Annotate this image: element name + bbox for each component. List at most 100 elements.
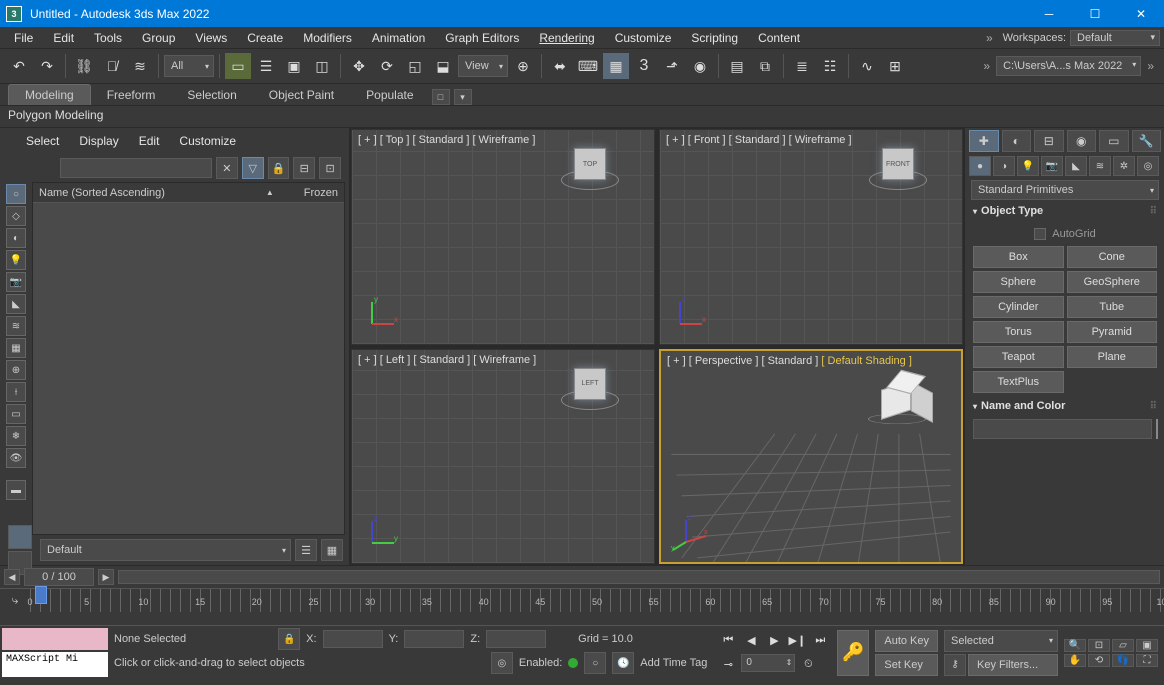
obj-textplus[interactable]: TextPlus	[973, 371, 1064, 393]
schematic-button[interactable]: ⊞	[882, 53, 908, 79]
timeline-prev-icon[interactable]: ◀	[4, 569, 20, 585]
current-frame-spinner[interactable]: 0	[741, 654, 795, 672]
scene-collapse-icon[interactable]: ⊡	[319, 157, 341, 179]
nav-zoomall-icon[interactable]: ⊡	[1088, 639, 1110, 652]
menu-edit[interactable]: Edit	[43, 29, 84, 47]
obj-cone[interactable]: Cone	[1067, 246, 1158, 268]
layer-toggle2-icon[interactable]: ▦	[321, 539, 343, 561]
set-key-big-button[interactable]: 🔑	[837, 630, 869, 676]
isolate-icon[interactable]: ◎	[491, 652, 513, 674]
obj-teapot[interactable]: Teapot	[973, 346, 1064, 368]
next-frame-button[interactable]: ▶❙	[786, 630, 808, 652]
se-menu-customize[interactable]: Customize	[169, 132, 246, 150]
filter-cameras-icon[interactable]: 📷	[6, 272, 26, 292]
maximize-button[interactable]: ☐	[1072, 0, 1118, 27]
viewcube-left[interactable]: LEFT	[574, 368, 606, 400]
se-menu-edit[interactable]: Edit	[129, 132, 170, 150]
obj-box[interactable]: Box	[973, 246, 1064, 268]
reference-coord-dropdown[interactable]: View	[458, 55, 508, 77]
timeline-playhead[interactable]	[35, 586, 47, 604]
nav-zoomext-icon[interactable]: ▣	[1136, 639, 1158, 652]
scene-list[interactable]: Name (Sorted Ascending) ▲ Frozen	[32, 182, 345, 535]
curve-editor-button[interactable]: ∿	[854, 53, 880, 79]
scene-expand-icon[interactable]: ⊟	[293, 157, 315, 179]
nav-orbit-icon[interactable]: ⟲	[1088, 654, 1110, 667]
obj-sphere[interactable]: Sphere	[973, 271, 1064, 293]
timeline-track[interactable]	[118, 570, 1160, 584]
goto-start-button[interactable]: ⏮	[717, 630, 739, 652]
sub-systems-icon[interactable]: ✲	[1113, 156, 1135, 176]
scene-search-icon[interactable]: ✕	[216, 157, 238, 179]
filter-spacewarps-icon[interactable]: ≋	[6, 316, 26, 336]
scale-button[interactable]: ◱	[402, 53, 428, 79]
viewport-top[interactable]: [ + ] [ Top ] [ Standard ] [ Wireframe ]…	[351, 129, 655, 345]
scene-col-name[interactable]: Name (Sorted Ascending)	[39, 187, 266, 199]
filter-container-icon[interactable]: ▭	[6, 404, 26, 424]
redo-button[interactable]: ↷	[34, 53, 60, 79]
scene-filter-toggle-icon[interactable]: ▽	[242, 157, 264, 179]
selection-filter-dropdown[interactable]: All	[164, 55, 214, 77]
placement-button[interactable]: ⬓	[430, 53, 456, 79]
ribbon-tab-populate[interactable]: Populate	[350, 85, 429, 105]
timeline-ruler[interactable]: 0510152025303540455055606570758085909510…	[30, 589, 1164, 612]
cmd-tab-motion[interactable]: ◉	[1067, 130, 1097, 152]
ribbon-tab-modeling[interactable]: Modeling	[8, 84, 91, 105]
filter-misc-icon[interactable]: ▬	[6, 480, 26, 500]
viewcube-top[interactable]: TOP	[574, 148, 606, 180]
ribbon-options-icon[interactable]: ▾	[454, 89, 472, 105]
goto-end-button[interactable]: ⏭	[809, 630, 831, 652]
cmd-tab-modify[interactable]: ◐	[1002, 130, 1032, 152]
ribbon-tab-freeform[interactable]: Freeform	[91, 85, 172, 105]
filter-bone-icon[interactable]: ⟊	[6, 382, 26, 402]
mirror-button[interactable]: ⧉	[752, 53, 778, 79]
viewcube-front[interactable]: FRONT	[882, 148, 914, 180]
timeline-next-icon[interactable]: ▶	[98, 569, 114, 585]
viewport-left-label[interactable]: [ + ] [ Left ] [ Standard ] [ Wireframe …	[358, 354, 536, 366]
link-button[interactable]: ⛓	[71, 53, 97, 79]
sub-cameras-icon[interactable]: 📷	[1041, 156, 1063, 176]
obj-pyramid[interactable]: Pyramid	[1067, 321, 1158, 343]
prev-frame-button[interactable]: ◀	[740, 630, 762, 652]
key-filter-icon[interactable]: ⚷	[944, 654, 966, 676]
sub-arnold-icon[interactable]: ◎	[1137, 156, 1159, 176]
menu-rendering[interactable]: Rendering	[529, 29, 604, 47]
nav-maximize-icon[interactable]: ⛶	[1136, 654, 1158, 667]
obj-torus[interactable]: Torus	[973, 321, 1064, 343]
sub-spacewarps-icon[interactable]: ≋	[1089, 156, 1111, 176]
viewport-persp-label[interactable]: [ + ] [ Perspective ] [ Standard ] [ Def…	[667, 355, 912, 367]
percent-snap-button[interactable]: ⬏	[659, 53, 685, 79]
filter-geometry-icon[interactable]: ◇	[6, 206, 26, 226]
menu-scripting[interactable]: Scripting	[681, 29, 748, 47]
menu-file[interactable]: File	[4, 29, 43, 47]
menu-group[interactable]: Group	[132, 29, 185, 47]
select-by-name-button[interactable]: ☰	[253, 53, 279, 79]
nav-fov-icon[interactable]: ▱	[1112, 639, 1134, 652]
menu-grapheditors[interactable]: Graph Editors	[435, 29, 529, 47]
viewport-top-label[interactable]: [ + ] [ Top ] [ Standard ] [ Wireframe ]	[358, 134, 535, 146]
layer-toggle1-icon[interactable]: ☰	[295, 539, 317, 561]
minimize-button[interactable]: ─	[1026, 0, 1072, 27]
category-dropdown[interactable]: Standard Primitives	[971, 180, 1159, 200]
undo-button[interactable]: ↶	[6, 53, 32, 79]
key-mode-icon[interactable]: ⊸	[717, 654, 739, 676]
select-object-button[interactable]: ▭	[225, 53, 251, 79]
key-filters-button[interactable]: Key Filters...	[968, 654, 1058, 676]
viewport-front[interactable]: [ + ] [ Front ] [ Standard ] [ Wireframe…	[659, 129, 963, 345]
scene-filter-input[interactable]	[60, 158, 212, 178]
ribbon-tab-selection[interactable]: Selection	[171, 85, 252, 105]
autogrid-checkbox[interactable]	[1034, 228, 1046, 240]
se-menu-display[interactable]: Display	[69, 132, 128, 150]
sub-geometry-icon[interactable]: ●	[969, 156, 991, 176]
nav-zoom-icon[interactable]: 🔍	[1064, 639, 1086, 652]
time-config-button[interactable]: ⏲	[797, 654, 819, 676]
se-menu-select[interactable]: Select	[16, 132, 69, 150]
filter-lights-icon[interactable]: 💡	[6, 250, 26, 270]
menu-customize[interactable]: Customize	[605, 29, 682, 47]
x-coord-input[interactable]	[323, 630, 383, 648]
close-button[interactable]: ✕	[1118, 0, 1164, 27]
filter-shapes-icon[interactable]: ◐	[6, 228, 26, 248]
scene-lock-icon[interactable]: 🔒	[268, 157, 290, 179]
menu-content[interactable]: Content	[748, 29, 810, 47]
menu-create[interactable]: Create	[237, 29, 293, 47]
filter-helpers-icon[interactable]: ◣	[6, 294, 26, 314]
